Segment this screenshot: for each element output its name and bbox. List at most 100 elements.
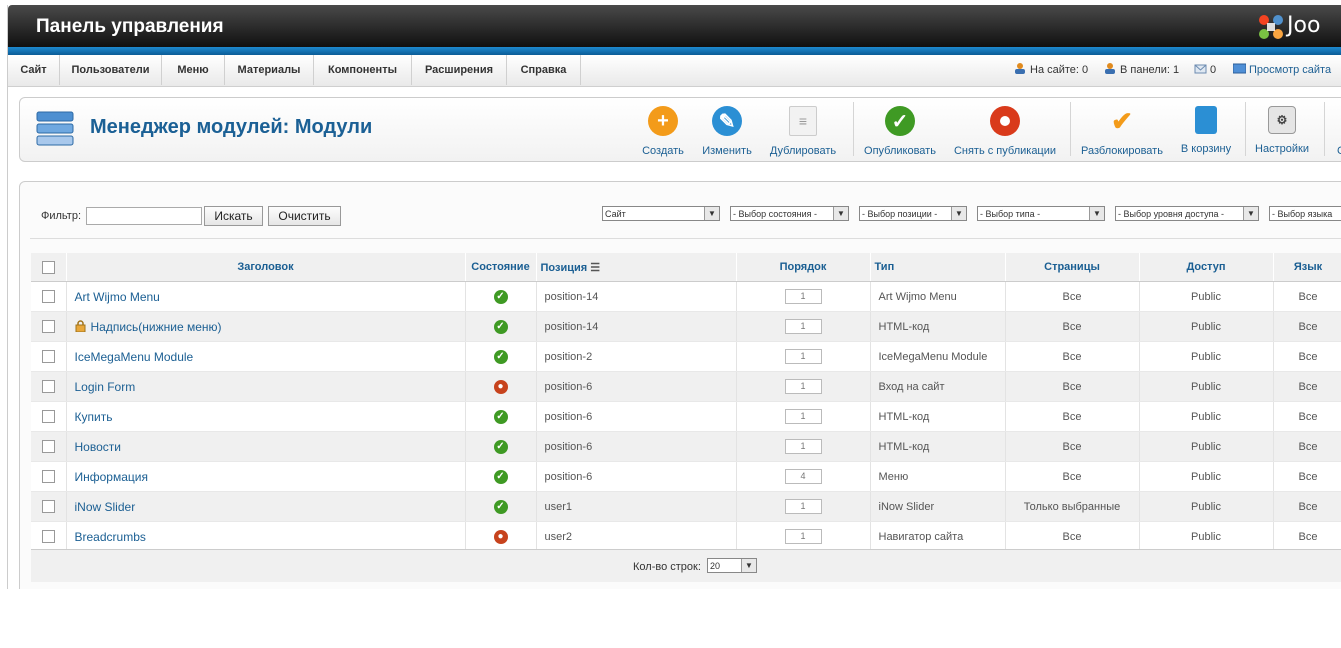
row-checkbox[interactable] (41, 380, 55, 393)
preview-link[interactable]: Просмотр сайта (1249, 64, 1331, 76)
row-checkbox[interactable] (41, 440, 55, 453)
module-title-link[interactable]: Breadcrumbs (75, 530, 146, 544)
search-button[interactable]: Искать (204, 206, 263, 226)
col-language[interactable]: Язык (1273, 253, 1341, 282)
module-title-link[interactable]: Купить (75, 410, 113, 424)
checkin-button[interactable]: ✔ Разблокировать (1079, 106, 1165, 158)
row-checkbox[interactable] (41, 530, 55, 543)
row-pages-cell: Все (1005, 521, 1140, 552)
row-checkbox[interactable] (41, 410, 55, 423)
options-button[interactable]: ⚙ Настройки (1253, 106, 1311, 156)
order-input[interactable]: 1 (784, 529, 822, 544)
language-select[interactable]: - Выбор языка (1269, 206, 1341, 221)
row-position-cell: position-6 (536, 431, 737, 462)
order-input[interactable]: 1 (784, 499, 822, 514)
menu-menus[interactable]: Меню (162, 55, 225, 85)
published-icon[interactable]: ✓ (493, 499, 508, 514)
module-title-link[interactable]: IceMegaMenu Module (75, 350, 194, 364)
row-checkbox[interactable] (41, 500, 55, 513)
row-access-cell: Public (1139, 311, 1274, 342)
publish-button[interactable]: ✓ Опубликовать (862, 106, 938, 157)
col-title[interactable]: Заголовок (66, 253, 466, 282)
trash-button[interactable]: В корзину (1180, 106, 1232, 156)
published-icon[interactable]: ✓ (493, 349, 508, 364)
col-position[interactable]: Позиция ☰ (536, 253, 737, 282)
col-access[interactable]: Доступ (1139, 253, 1274, 282)
row-title-cell: Новости (66, 431, 466, 462)
published-icon[interactable]: ✓ (493, 409, 508, 424)
module-title-link[interactable]: Art Wijmo Menu (75, 290, 160, 304)
order-input[interactable]: 1 (784, 289, 822, 304)
row-state-cell: ✓ (465, 461, 537, 492)
users-icon (1015, 63, 1025, 74)
published-icon[interactable]: ✓ (493, 319, 508, 334)
select-all-checkbox[interactable] (41, 260, 55, 274)
state-select[interactable]: - Выбор состояния - ▼ (730, 206, 849, 221)
order-input[interactable]: 1 (784, 349, 822, 364)
menu-content[interactable]: Материалы (225, 55, 314, 85)
module-title-link[interactable]: Login Form (75, 380, 136, 394)
row-access-cell: Public (1139, 461, 1274, 492)
type-select[interactable]: - Выбор типа - ▼ (977, 206, 1105, 221)
access-select[interactable]: - Выбор уровня доступа - ▼ (1115, 206, 1259, 221)
row-title-cell: Информация (66, 461, 466, 492)
row-pages-cell: Все (1005, 341, 1140, 372)
options-icon: ⚙ (1268, 106, 1296, 134)
col-type[interactable]: Тип (870, 253, 1006, 282)
status-messages[interactable]: 0 (1194, 55, 1216, 85)
unpublished-icon[interactable]: ● (493, 379, 508, 394)
published-icon[interactable]: ✓ (493, 289, 508, 304)
chevron-down-icon: ▼ (951, 207, 966, 220)
order-input[interactable]: 1 (784, 409, 822, 424)
order-input[interactable]: 1 (784, 379, 822, 394)
table-row: Новости ✓ position-6 1 HTML-код Все Public Все (31, 431, 1341, 462)
chevron-down-icon: ▼ (1243, 207, 1258, 220)
module-title-link[interactable]: iNow Slider (75, 500, 136, 514)
filter-divider (30, 238, 1341, 239)
row-position-cell: position-14 (536, 281, 737, 312)
table-row: Надпись(нижние меню) ✓ position-14 1 HTML-ко… (31, 311, 1341, 342)
joomla-logo[interactable]: Joo (1257, 11, 1341, 43)
col-order[interactable]: Порядок (736, 253, 871, 282)
chevron-down-icon: ▼ (741, 559, 756, 572)
help-button[interactable]: С (1334, 106, 1341, 157)
order-input[interactable]: 4 (784, 469, 822, 484)
list-limit-select[interactable]: 20 ▼ (707, 558, 757, 573)
row-checkbox[interactable] (41, 290, 55, 303)
menu-users[interactable]: Пользователи (60, 55, 162, 85)
status-preview[interactable]: Просмотр сайта (1233, 55, 1331, 85)
row-checkbox[interactable] (41, 350, 55, 363)
unpublished-icon[interactable]: ● (493, 529, 508, 544)
module-title-link[interactable]: Информация (75, 470, 148, 484)
duplicate-button[interactable]: ≡ Дублировать (768, 106, 838, 157)
order-input[interactable]: 1 (784, 439, 822, 454)
unpublish-button[interactable]: Снять с публикации (953, 106, 1057, 157)
position-select[interactable]: - Выбор позиции - ▼ (859, 206, 967, 221)
menu-site[interactable]: Сайт (8, 55, 60, 85)
menu-components[interactable]: Компоненты (314, 55, 412, 85)
clear-button[interactable]: Очистить (268, 206, 341, 226)
module-title-link[interactable]: Надпись(нижние меню) (91, 320, 222, 334)
module-title-link[interactable]: Новости (75, 440, 121, 454)
admin-users-icon (1105, 63, 1115, 74)
row-language-cell: Все (1273, 401, 1341, 432)
row-checkbox[interactable] (41, 320, 55, 333)
col-state[interactable]: Состояние (465, 253, 537, 282)
row-order-cell: 1 (736, 521, 871, 552)
col-pages[interactable]: Страницы (1005, 253, 1140, 282)
published-icon[interactable]: ✓ (493, 439, 508, 454)
order-input[interactable]: 1 (784, 319, 822, 334)
row-language-cell: Все (1273, 491, 1341, 522)
menu-extensions[interactable]: Расширения (412, 55, 507, 85)
row-checkbox[interactable] (41, 470, 55, 483)
published-icon[interactable]: ✓ (493, 469, 508, 484)
menu-help[interactable]: Справка (507, 55, 581, 85)
filter-search-input[interactable] (86, 207, 202, 225)
client-select[interactable]: Сайт ▼ (602, 206, 720, 221)
row-state-cell: ✓ (465, 341, 537, 372)
create-button[interactable]: + Создать (638, 106, 688, 157)
row-language-cell: Все (1273, 311, 1341, 342)
lock-icon[interactable] (75, 319, 86, 332)
chevron-down-icon: ▼ (833, 207, 848, 220)
edit-button[interactable]: ✎ Изменить (699, 106, 755, 157)
